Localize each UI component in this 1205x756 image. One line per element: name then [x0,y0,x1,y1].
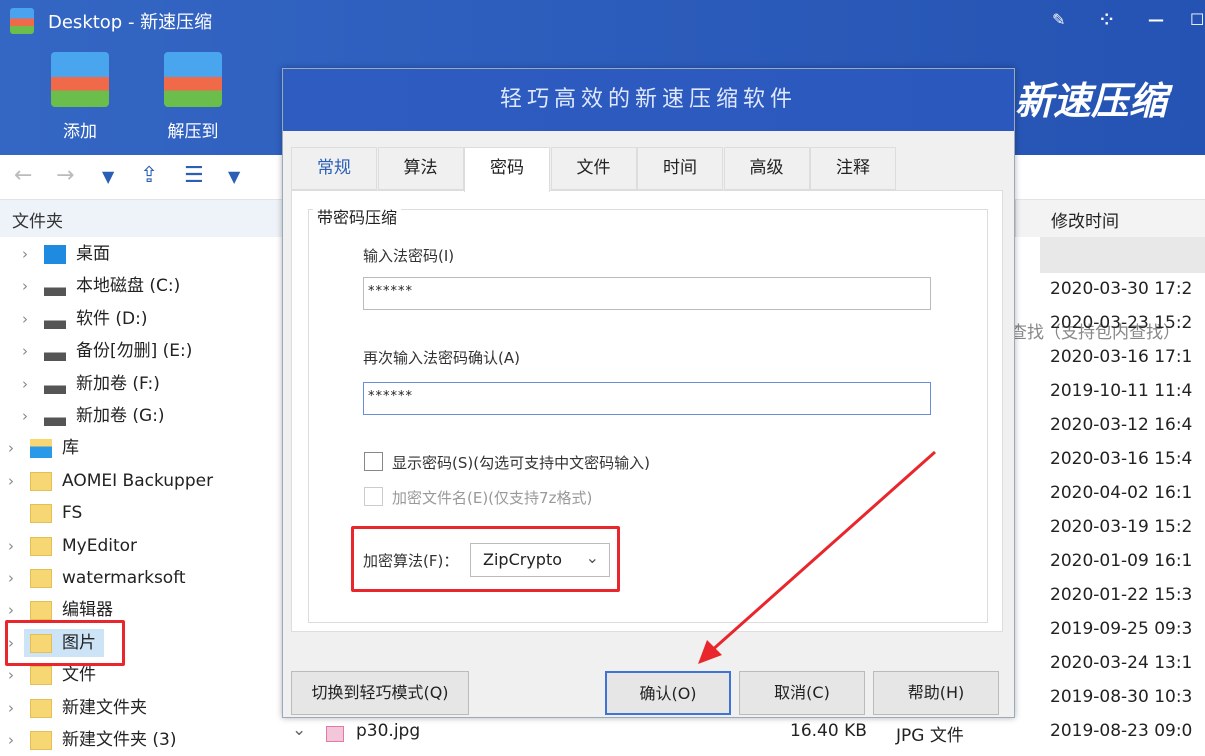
annotation-arrow [698,450,936,664]
